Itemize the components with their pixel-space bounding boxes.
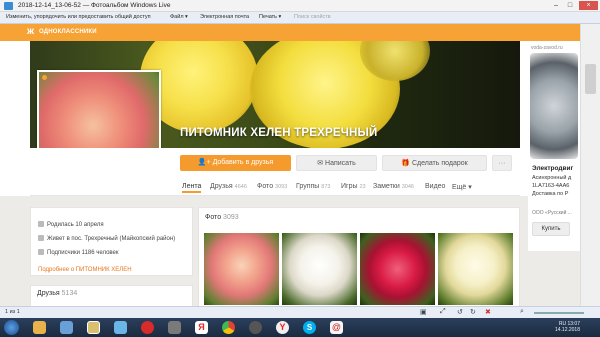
window-titlebar: 2018-12-14_13-06-52 — Фотоальбом Windows… — [0, 0, 600, 12]
ad-title[interactable]: Электродвиг — [532, 165, 573, 172]
explorer-icon[interactable] — [33, 321, 46, 334]
fit-icon[interactable]: ⤢ — [440, 308, 446, 316]
tab-more[interactable]: Ещё ▾ — [452, 183, 472, 191]
rss-icon — [38, 249, 44, 255]
menu-share[interactable]: Изменить, упорядочить или предоставить о… — [6, 14, 151, 20]
friends-heading[interactable]: Друзья 5134 — [37, 290, 77, 297]
start-button[interactable] — [4, 320, 19, 335]
ad-banner: voda-zavod.ru Электродвиг Асинхронный д … — [528, 41, 580, 251]
subscribers-text[interactable]: Подписчики 1186 человек — [47, 250, 119, 256]
system-tray[interactable]: RU 13:07 14.12.2018 — [555, 321, 580, 333]
ad-line1: Асинхронный д — [532, 175, 572, 181]
slideshow-icon[interactable]: ▣ — [420, 308, 427, 316]
profile-actions: 👤+ Добавить в друзья ✉ Написать 🎁 Сделат… — [30, 148, 520, 180]
zoom-icon[interactable]: ⌕ — [520, 308, 524, 316]
menu-email[interactable]: Электронная почта — [200, 14, 249, 20]
photo-thumb-3[interactable] — [360, 233, 435, 305]
send-gift-button[interactable]: 🎁 Сделать подарок — [382, 155, 487, 171]
gift-icon: 🎁 — [401, 160, 412, 167]
tab-groups[interactable]: Группы 873 — [296, 183, 330, 190]
profile-tabs: Лента Друзья 4646 Фото 3093 Группы 873 И… — [30, 180, 520, 196]
tab-photos[interactable]: Фото 3093 — [257, 183, 287, 190]
profile-info-card: Родилась 10 апреля Живет в пос. Трехречн… — [30, 207, 193, 276]
ad-line3: Доставка по Р — [532, 191, 569, 197]
delete-icon[interactable]: ✖ — [485, 308, 491, 316]
menu-file[interactable]: Файл ▾ — [170, 14, 188, 20]
app-icon[interactable] — [168, 321, 181, 334]
birthday-row: Родилась 10 апреля — [38, 221, 104, 228]
skype-icon[interactable]: S — [303, 321, 316, 334]
ad-brand[interactable]: voda-zavod.ru — [531, 45, 563, 51]
ad-buy-button[interactable]: Купить — [532, 222, 570, 236]
gift-label: Сделать подарок — [411, 160, 468, 167]
vertical-scrollbar[interactable] — [580, 24, 600, 320]
ad-line2: 1LA7163-4AA6 — [532, 183, 570, 189]
tab-games[interactable]: Игры 23 — [341, 183, 366, 190]
photo-gallery-icon — [4, 2, 13, 10]
photos-card: Фото 3093 — [198, 207, 520, 320]
more-info-link[interactable]: Подробнее о ПИТОМНИК ХЕЛЕН — [38, 267, 132, 273]
photo-gallery-taskbar-icon[interactable] — [87, 321, 100, 334]
photo-thumb-4[interactable] — [438, 233, 513, 305]
location-text: Живет в пос. Трехречный (Майкопский райо… — [47, 236, 176, 242]
menu-bar: Изменить, упорядочить или предоставить о… — [0, 12, 600, 24]
tab-video[interactable]: Видео — [425, 183, 445, 190]
yandex-browser-icon[interactable]: Y — [276, 321, 289, 334]
tab-notes[interactable]: Заметки 3046 — [373, 183, 414, 190]
profile-name: ПИТОМНИК ХЕЛЕН ТРЕХРЕЧНЫЙ — [180, 127, 378, 139]
ok-logo-icon[interactable]: ж — [27, 26, 37, 38]
photos-heading[interactable]: Фото 3093 — [205, 214, 239, 221]
scrollbar-thumb[interactable] — [585, 64, 596, 94]
envelope-icon: ✉ — [317, 160, 326, 167]
rotate-right-icon[interactable]: ↻ — [470, 308, 476, 316]
status-bar: 1 из 1 ▣ ⤢ ↺ ↻ ✖ ⌕ — [0, 306, 600, 318]
photo-thumb-2[interactable] — [282, 233, 357, 305]
minimize-button[interactable]: – — [550, 1, 562, 10]
location-row: Живет в пос. Трехречный (Майкопский райо… — [38, 235, 175, 242]
ad-image[interactable] — [530, 53, 578, 159]
date: 14.12.2018 — [554, 327, 580, 333]
add-friend-label: Добавить в друзья — [212, 159, 274, 166]
add-user-icon: 👤+ — [197, 159, 213, 166]
calendar-icon — [38, 221, 44, 227]
rotate-left-icon[interactable]: ↺ — [457, 308, 463, 316]
more-actions-button[interactable]: ··· — [492, 155, 512, 171]
opera-icon[interactable] — [141, 321, 154, 334]
ad-company: ООО «Русский ... — [532, 210, 572, 216]
write-message-button[interactable]: ✉ Написать — [296, 155, 377, 171]
yandex-icon[interactable]: Я — [195, 321, 208, 334]
tab-friends[interactable]: Друзья 4646 — [210, 183, 247, 190]
tab-feed[interactable]: Лента — [182, 183, 202, 193]
write-label: Написать — [325, 160, 356, 167]
chrome-icon[interactable] — [222, 321, 235, 334]
site-name[interactable]: ОДНОКЛАССНИКИ — [39, 29, 97, 35]
window-title: 2018-12-14_13-06-52 — Фотоальбом Windows… — [18, 2, 171, 9]
add-friend-button[interactable]: 👤+ Добавить в друзья — [180, 155, 291, 171]
ie-icon[interactable] — [114, 321, 127, 334]
mail-icon[interactable]: @ — [330, 321, 343, 334]
zoom-slider[interactable] — [534, 312, 584, 314]
close-button[interactable]: × — [579, 1, 598, 10]
menu-print[interactable]: Печать ▾ — [259, 14, 281, 20]
page-indicator: 1 из 1 — [5, 309, 20, 315]
online-indicator — [42, 75, 47, 80]
windows-taskbar: Я Y S @ RU 13:07 14.12.2018 — [0, 318, 600, 337]
birthday-text: Родилась 10 апреля — [47, 222, 104, 228]
home-icon — [38, 235, 44, 241]
app-circle-icon[interactable] — [249, 321, 262, 334]
photo-thumb-1[interactable] — [204, 233, 279, 305]
site-header: ж ОДНОКЛАССНИКИ — [0, 24, 580, 41]
maximize-button[interactable]: □ — [564, 1, 576, 10]
subscribers-row: Подписчики 1186 человек — [38, 249, 119, 256]
network-icon[interactable] — [60, 321, 73, 334]
menu-find-props: Поиск свойств — [294, 14, 331, 20]
